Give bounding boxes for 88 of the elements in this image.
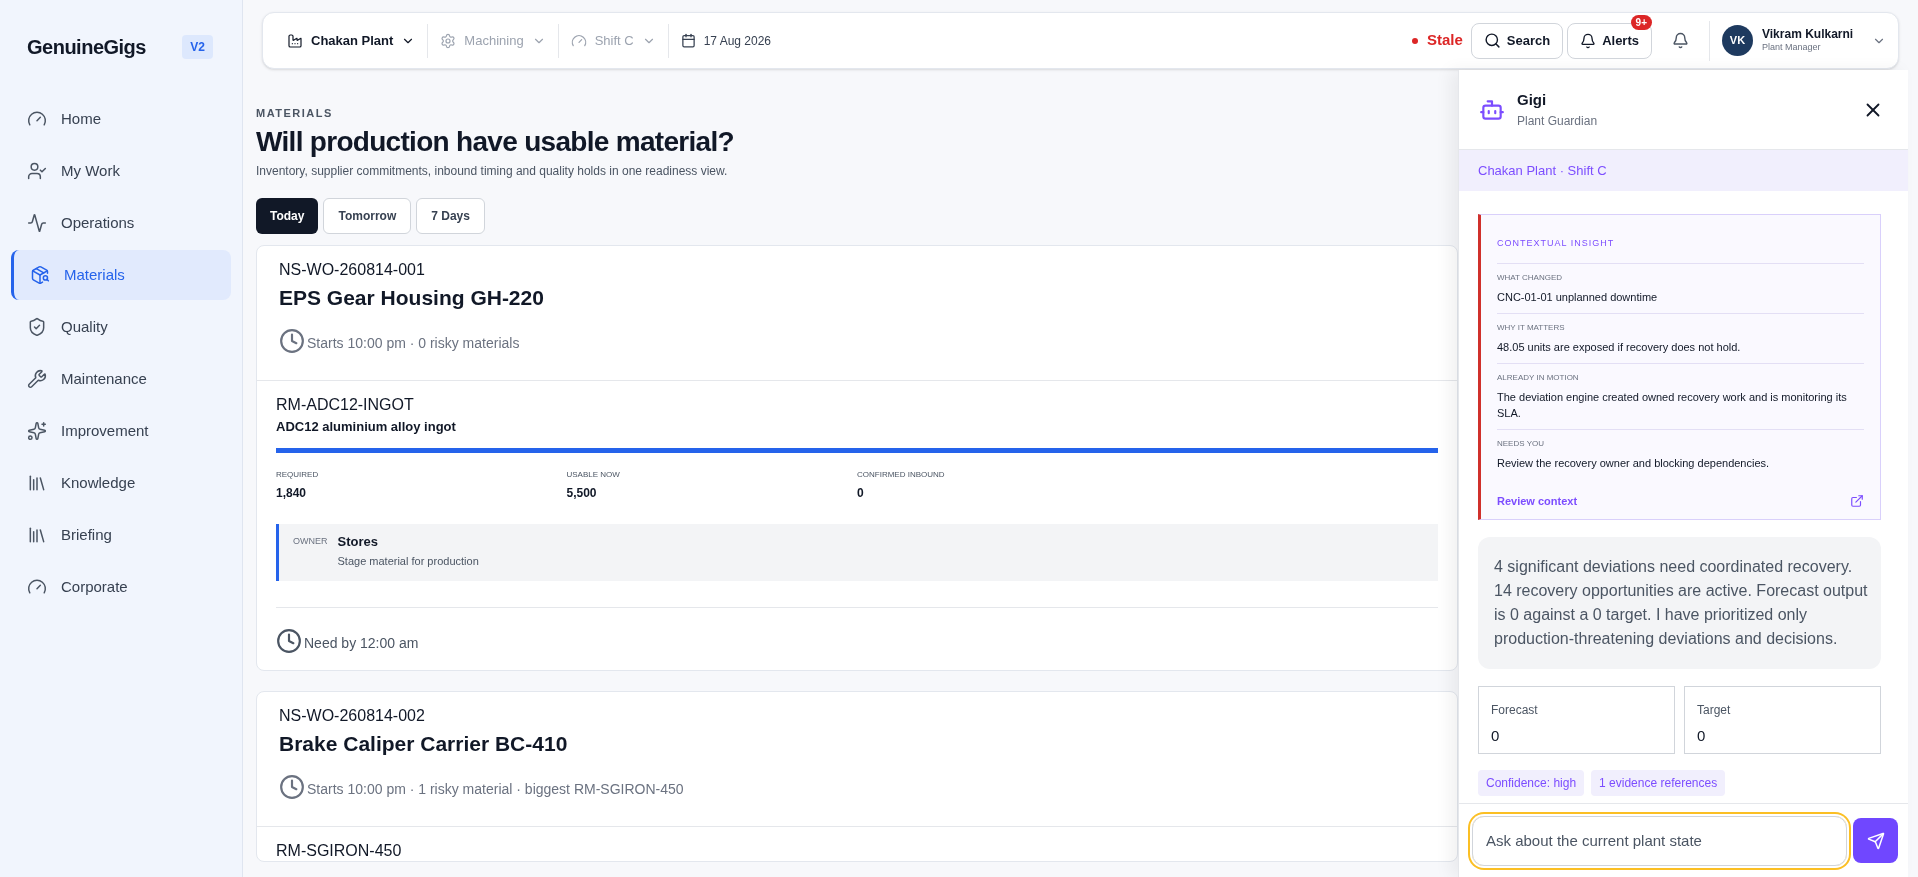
stat-card-value: 0 [1491, 726, 1501, 746]
stat-label: REQUIRED [276, 468, 320, 481]
need-by-time: Need by 12:00 am [304, 633, 419, 653]
search-icon [1483, 32, 1501, 49]
insight-label: WHAT CHANGED [1497, 271, 1564, 284]
owner-name: Stores [337, 532, 379, 551]
user-role: Plant Manager [1762, 42, 1822, 54]
bell-icon [1580, 32, 1597, 49]
clock-icon [279, 327, 305, 354]
insight-text: CNC-01-01 unplanned downtime [1497, 289, 1659, 305]
period-tab[interactable]: Tomorrow [323, 197, 412, 234]
calendar-icon [680, 33, 696, 48]
wrench-icon [27, 369, 47, 389]
work-order-id: NS-WO-260814-002 [279, 705, 426, 726]
insight-label: NEEDS YOU [1497, 437, 1545, 450]
summary-bubble: 4 significant deviations need coordinated recovery. 14 recovery opportunities are active. Forecast output is 0 against a 0 target. I have prioritized only production-threatening deviations and decisions. [1478, 537, 1881, 669]
work-order-meta: Starts 10:00 pm · 0 risky materials [307, 333, 520, 353]
gauge-icon [27, 577, 47, 597]
insight-text: Review the recovery owner and blocking dependencies. [1497, 455, 1771, 471]
assistant-name: Gigi [1517, 90, 1548, 111]
assistant-role: Plant Guardian [1517, 112, 1599, 130]
gauge-icon [27, 109, 47, 129]
nav-item[interactable]: Improvement [11, 406, 231, 456]
user-avatar: VK [1722, 25, 1753, 56]
insight-label: WHY IT MATTERS [1497, 321, 1566, 334]
brand-logo: GenuineGigs [27, 35, 146, 60]
work-order-title: EPS Gear Housing GH-220 [279, 284, 545, 311]
work-order-title: Brake Caliper Carrier BC-410 [279, 730, 569, 757]
insight-text: The deviation engine created owned recovery work and is monitoring its SLA. [1497, 389, 1848, 421]
books-icon [27, 473, 47, 493]
user-name: Vikram Kulkarni [1762, 27, 1855, 43]
context-label: Chakan Plant · Shift C [1478, 161, 1607, 180]
stat-card-label: Forecast [1491, 702, 1539, 719]
info-chip: 1 evidence references [1591, 770, 1726, 796]
owner-action: Stage material for production [337, 554, 479, 569]
material-code: RM-ADC12-INGOT [276, 394, 415, 415]
date-picker[interactable]: 17 Aug 2026 [668, 31, 784, 50]
work-order-meta: Starts 10:00 pm · 1 risky material · biggest RM-SGIRON-450 [307, 779, 684, 799]
books-icon [27, 525, 47, 545]
nav-item[interactable]: Home [11, 94, 231, 144]
work-order-id: NS-WO-260814-001 [279, 259, 426, 280]
stat-value: 5,500 [566, 484, 598, 502]
stat-label: USABLE NOW [566, 468, 621, 481]
stat-label: CONFIRMED INBOUND [857, 468, 946, 481]
gear-icon [440, 32, 457, 49]
stat-value: 1,840 [276, 484, 308, 502]
pulse-icon [27, 213, 47, 233]
send-button[interactable] [1853, 818, 1898, 863]
bell-icon [1672, 32, 1689, 49]
alerts-count-badge: 9+ [1630, 14, 1652, 30]
info-chip: Confidence: high [1478, 770, 1585, 796]
status-label: Stale [1426, 30, 1463, 51]
nav-item[interactable]: Materials [11, 250, 231, 300]
nav-item[interactable]: Maintenance [11, 354, 231, 404]
stat-card-label: Target [1697, 702, 1732, 719]
insight-label: ALREADY IN MOTION [1497, 371, 1580, 384]
search-button[interactable]: Search [1470, 22, 1564, 59]
period-tab[interactable]: 7 Days [416, 197, 485, 234]
page-title: Will production have usable material? [256, 124, 735, 159]
section-eyebrow: MATERIALS [256, 106, 334, 121]
material-code: RM-SGIRON-450 [276, 840, 403, 861]
package-icon [30, 265, 50, 285]
nav-item[interactable]: Knowledge [11, 458, 231, 508]
clock-icon [276, 627, 302, 654]
sparkles-icon [27, 421, 47, 441]
material-name: ADC12 aluminium alloy ingot [276, 417, 457, 435]
insight-heading: CONTEXTUAL INSIGHT [1497, 237, 1616, 250]
nav-item[interactable]: Operations [11, 198, 231, 248]
stat-card-value: 0 [1697, 726, 1707, 746]
factory-icon [287, 32, 303, 49]
review-context-link[interactable]: Review context [1497, 492, 1578, 509]
version-badge: V2 [182, 35, 213, 59]
nav-item[interactable]: Quality [11, 302, 231, 352]
page-subtitle: Inventory, supplier commitments, inbound timing and quality holds in one readiness view. [256, 162, 729, 180]
nav-item[interactable]: My Work [11, 146, 231, 196]
gauge-icon [570, 32, 587, 49]
nav-item[interactable]: Briefing [11, 510, 231, 560]
external-link-icon [1850, 493, 1864, 508]
stat-value: 0 [857, 484, 865, 502]
filter-dropdown[interactable]: Chakan Plant [287, 30, 416, 51]
period-tab[interactable]: Today [256, 197, 319, 234]
insight-text: 48.05 units are exposed if recovery does not hold. [1497, 339, 1742, 355]
send-icon [1866, 831, 1885, 850]
user-check-icon [27, 161, 47, 181]
clock-icon [279, 773, 305, 800]
owner-label: OWNER [293, 534, 328, 548]
nav-item[interactable]: Corporate [11, 562, 231, 612]
shield-icon [27, 317, 47, 337]
